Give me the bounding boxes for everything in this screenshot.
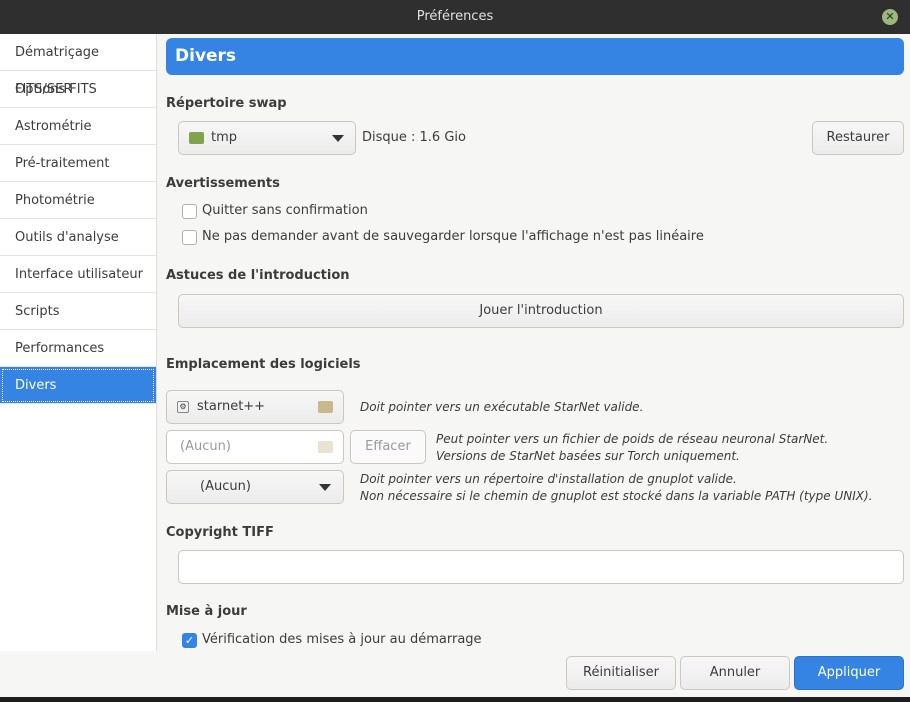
quit-confirm-label: Quitter sans confirmation xyxy=(202,203,368,218)
sidebar-item-preprocessing[interactable]: Pré-traitement xyxy=(0,145,156,182)
linear-save-checkbox[interactable] xyxy=(182,230,197,245)
gnuplot-hint-2: Non nécessaire si le chemin de gnuplot e… xyxy=(360,489,873,503)
sidebar-item-misc[interactable]: Divers xyxy=(0,367,156,404)
starnet-value: starnet++ xyxy=(197,399,266,414)
chevron-down-icon xyxy=(319,484,331,491)
cancel-button[interactable]: Annuler xyxy=(680,656,790,690)
folder-icon xyxy=(318,441,333,453)
weights-value: (Aucun) xyxy=(180,439,231,454)
chevron-down-icon xyxy=(332,135,344,142)
folder-icon xyxy=(189,132,204,144)
sidebar-item-user-interface[interactable]: Interface utilisateur xyxy=(0,256,156,293)
tiff-copyright-input[interactable] xyxy=(178,550,904,584)
disk-space: Disque : 1.6 Gio xyxy=(362,130,466,145)
swap-folder-value: tmp xyxy=(211,130,238,145)
quit-confirm-checkbox[interactable] xyxy=(182,204,197,219)
sidebar-item-scripts[interactable]: Scripts xyxy=(0,293,156,330)
gear-icon: ⚙ xyxy=(177,401,189,413)
gnuplot-hint-1: Doit pointer vers un répertoire d'instal… xyxy=(360,472,737,486)
sidebar-item-performance[interactable]: Performances xyxy=(0,330,156,367)
reset-button[interactable]: Réinitialiser xyxy=(566,656,676,690)
warnings-heading: Avertissements xyxy=(166,176,280,191)
sidebar-item-astrometry[interactable]: Astrométrie xyxy=(0,108,156,145)
weights-hint-1: Peut pointer vers un fichier de poids de… xyxy=(436,432,829,446)
background-window-edge xyxy=(0,697,910,702)
intro-heading: Astuces de l'introduction xyxy=(166,268,350,283)
update-check-label: Vérification des mises à jour au démarra… xyxy=(202,632,482,647)
sidebar: Dématriçage FITS/SER Options FITS Astrom… xyxy=(0,34,157,651)
update-heading: Mise à jour xyxy=(166,604,247,619)
folder-icon xyxy=(318,401,333,413)
linear-save-label: Ne pas demander avant de sauvegarder lor… xyxy=(202,229,704,244)
clear-button[interactable]: Effacer xyxy=(350,430,426,464)
sidebar-item-demosaicing[interactable]: Dématriçage FITS/SER xyxy=(0,34,156,97)
apply-button[interactable]: Appliquer xyxy=(794,656,904,690)
software-heading: Emplacement des logiciels xyxy=(166,357,361,372)
close-button[interactable]: ✕ xyxy=(882,9,898,25)
swap-heading: Répertoire swap xyxy=(166,96,287,111)
starnet-hint: Doit pointer vers un exécutable StarNet … xyxy=(360,400,644,414)
title-bar: Préférences ✕ xyxy=(0,0,910,34)
page-title: Divers xyxy=(166,38,904,75)
window-title: Préférences xyxy=(416,9,494,24)
gnuplot-value: (Aucun) xyxy=(200,479,251,494)
update-check-checkbox[interactable]: ✓ xyxy=(182,633,197,648)
gnuplot-select[interactable]: (Aucun) xyxy=(166,470,344,504)
sidebar-item-fits-options[interactable]: Options FITS xyxy=(0,71,156,108)
swap-folder-select[interactable]: tmp xyxy=(178,121,356,155)
weights-hint-2: Versions de StarNet basées sur Torch uni… xyxy=(436,449,740,463)
sidebar-item-analysis-tools[interactable]: Outils d'analyse xyxy=(0,219,156,256)
sidebar-item-photometry[interactable]: Photométrie xyxy=(0,182,156,219)
play-intro-button[interactable]: Jouer l'introduction xyxy=(178,294,904,328)
restore-button[interactable]: Restaurer xyxy=(812,121,904,155)
tiff-heading: Copyright TIFF xyxy=(166,525,274,540)
